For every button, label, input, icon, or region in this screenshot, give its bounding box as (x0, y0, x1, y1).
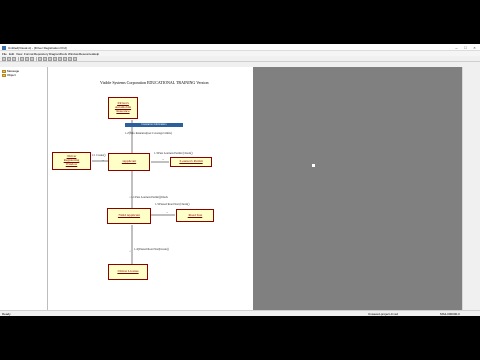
object-label: :Road Test (187, 212, 203, 217)
paste-icon[interactable] (30, 57, 34, 61)
menu-window[interactable]: Window (68, 52, 79, 56)
select-icon[interactable] (48, 57, 52, 61)
object-label: :Valid Applicant (117, 213, 141, 218)
video-frame: Untitled(Visual.vi) - [Driver Registrati… (0, 0, 480, 360)
object-registering-window[interactable]: :Driver Registering Window (52, 152, 91, 170)
tree-item-label: Object (7, 73, 16, 77)
object-label: :Learner's Permit (179, 159, 203, 164)
window-title: Untitled(Visual.vi) - [Driver Registrati… (8, 45, 67, 50)
message-create: 1:1 Create() (92, 154, 106, 157)
message-tool-icon[interactable] (58, 57, 62, 61)
vertical-scrollbar[interactable] (462, 67, 468, 310)
maximize-button[interactable]: □ (461, 44, 470, 51)
page-title: Visible Systems Corporation EDUCATIONAL … (100, 80, 209, 85)
menu-format[interactable]: Format (24, 52, 34, 56)
tree-item-object[interactable]: Object (2, 73, 16, 77)
menu-resources[interactable]: Resources (79, 52, 93, 56)
toolbar-separator (36, 57, 37, 61)
object-label: :Driver's Automobile Insurance (114, 101, 132, 113)
object-label: :Applicant (121, 159, 137, 164)
menu-help[interactable]: Help (93, 52, 99, 56)
diagram-canvas[interactable]: Visible Systems Corporation EDUCATIONAL … (48, 67, 253, 310)
message-permit: 1.3:Pass Learners Permit (Check() (154, 152, 193, 155)
zoom-icon[interactable] (43, 57, 47, 61)
message-valid: 1.1:Pass Learners Permit()Check (131, 196, 168, 199)
save-icon[interactable] (12, 57, 16, 61)
object-learners-permit[interactable]: :Learner's Permit (170, 157, 212, 167)
status-bar: Ready Unsaved-project-0.vsd MS4-000000-0 (0, 310, 480, 316)
menu-tools[interactable]: Tools (60, 52, 67, 56)
object-drivers-license[interactable]: :Driver License (108, 264, 148, 280)
object-label: :Driver License (117, 269, 139, 274)
cut-icon[interactable] (20, 57, 24, 61)
toolbar (0, 56, 480, 62)
menu-repository[interactable]: Repository (34, 52, 48, 56)
workspace-background (253, 67, 462, 310)
status-document: Unsaved-project-0.vsd (368, 312, 399, 316)
app-icon (2, 45, 6, 50)
message-license: 1.4:[Passed Road Test]Create() (134, 248, 169, 251)
close-button[interactable]: × (470, 44, 479, 51)
help-icon[interactable] (73, 57, 77, 61)
object-road-test[interactable]: :Road Test (176, 209, 214, 222)
link-tool-icon[interactable] (63, 57, 67, 61)
status-number: MS4-000000-0 (440, 312, 460, 316)
menu-edit[interactable]: Edit (9, 52, 14, 56)
copy-icon[interactable] (25, 57, 29, 61)
application-window: Untitled(Visual.vi) - [Driver Registrati… (0, 44, 480, 316)
print-icon[interactable] (38, 57, 42, 61)
minimize-button[interactable]: – (452, 44, 461, 51)
message-insurance: 1.2:[Info Insurance(Get Coverage Limits) (125, 132, 172, 135)
object-label: :Driver Registering Window (63, 154, 80, 166)
menu-diagram[interactable]: Diagram (49, 52, 60, 56)
folder-icon (2, 73, 6, 77)
title-bar: Untitled(Visual.vi) - [Driver Registrati… (0, 44, 480, 51)
new-icon[interactable] (2, 57, 6, 61)
object-tree-panel: Message Object (0, 67, 48, 310)
mouse-cursor (312, 164, 315, 167)
object-applicant[interactable]: :Applicant (108, 153, 150, 171)
status-text: Ready (2, 312, 11, 316)
menu-file[interactable]: File (2, 52, 7, 56)
object-valid-applicant[interactable]: :Valid Applicant (107, 208, 151, 224)
toolbar-separator (18, 57, 19, 61)
open-icon[interactable] (7, 57, 11, 61)
message-roadtest: 1.3:Passed Road Test (Check() (155, 203, 190, 206)
object-automobile-insurance[interactable]: :Driver's Automobile Insurance (108, 97, 138, 119)
object-tool-icon[interactable] (53, 57, 57, 61)
text-tool-icon[interactable] (68, 57, 72, 61)
menu-view[interactable]: View (16, 52, 22, 56)
tag-bar: Insurance Information (125, 123, 183, 127)
